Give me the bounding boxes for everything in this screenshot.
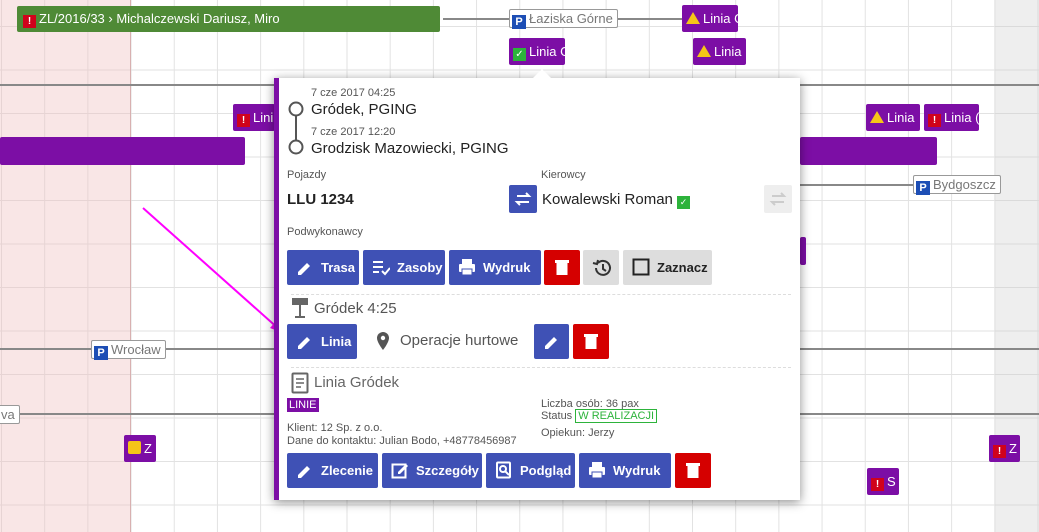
pencil-icon: [298, 263, 310, 275]
details-button[interactable]: Szczegóły: [382, 453, 482, 488]
signpost-icon: [292, 298, 308, 318]
printer-icon: [589, 462, 605, 479]
location-pin-icon: [377, 332, 389, 350]
delete-operation-button[interactable]: [573, 324, 609, 359]
stop-line-button[interactable]: Linia: [287, 324, 357, 359]
trash-icon: [555, 260, 569, 275]
route-start-time: 7 cze 2017 04:25: [311, 87, 396, 99]
checkbox-icon: [632, 258, 650, 276]
line-title: Linia Gródek: [314, 374, 400, 391]
bottom-print-button[interactable]: Wydruk: [579, 453, 671, 488]
pencil-icon: [298, 466, 310, 478]
stop-title: Gródek 4:25: [314, 300, 397, 317]
edit-operation-button[interactable]: [534, 324, 569, 359]
print-button[interactable]: Wydruk: [449, 250, 541, 285]
order-button[interactable]: Zlecenie: [287, 453, 378, 488]
swap-disabled-button[interactable]: [764, 185, 792, 213]
swap-icon: [769, 192, 787, 206]
history-icon: [592, 259, 611, 276]
preview-button[interactable]: Podgląd: [486, 453, 575, 488]
swap-driver-button[interactable]: [509, 185, 537, 213]
guardian-info: Opiekun: Jerzy: [541, 427, 615, 439]
history-button[interactable]: [583, 250, 619, 285]
status-row: Status W REALIZACJI: [541, 409, 658, 423]
delete-button[interactable]: [544, 250, 580, 285]
vehicles-label: Pojazdy: [287, 169, 327, 181]
vehicle-plate[interactable]: LLU 1234: [287, 191, 354, 208]
resources-button[interactable]: Zasoby: [363, 250, 445, 285]
client-info: Klient: 12 Sp. z o.o.: [287, 422, 383, 434]
checklist-icon: [373, 261, 390, 276]
pencil-icon: [545, 337, 557, 349]
bottom-delete-button[interactable]: [675, 453, 711, 488]
line-badge: LINIE: [287, 398, 319, 412]
swap-icon: [514, 192, 532, 206]
trip-popup: 7 cze 2017 04:25 Gródek, PGING 7 cze 201…: [274, 69, 800, 500]
trash-icon: [584, 334, 598, 349]
check-icon: ✓: [677, 196, 691, 209]
edit-square-icon: [391, 463, 408, 479]
trash-icon: [686, 463, 700, 478]
drivers-label: Kierowcy: [541, 169, 586, 181]
contact-info: Dane do kontaktu: Julian Bodo, +48778456…: [287, 435, 517, 447]
divider: [291, 367, 791, 368]
pencil-icon: [298, 337, 310, 349]
select-button[interactable]: Zaznacz: [623, 250, 712, 285]
status-badge: W REALIZACJI: [575, 409, 658, 423]
route-start-place: Gródek, PGING: [311, 101, 417, 118]
subcontractors-label: Podwykonawcy: [287, 226, 363, 238]
driver-name[interactable]: Kowalewski Roman ✓: [542, 191, 693, 209]
operation-label: Operacje hurtowe: [400, 332, 519, 349]
route-button[interactable]: Trasa: [287, 250, 359, 285]
route-end-place: Grodzisk Mazowiecki, PGING: [311, 140, 509, 157]
route-end-time: 7 cze 2017 12:20: [311, 126, 396, 138]
preview-icon: [496, 461, 511, 479]
route-timeline-icon: [288, 101, 304, 155]
divider: [291, 294, 791, 295]
document-icon: [291, 372, 309, 394]
printer-icon: [459, 259, 475, 276]
